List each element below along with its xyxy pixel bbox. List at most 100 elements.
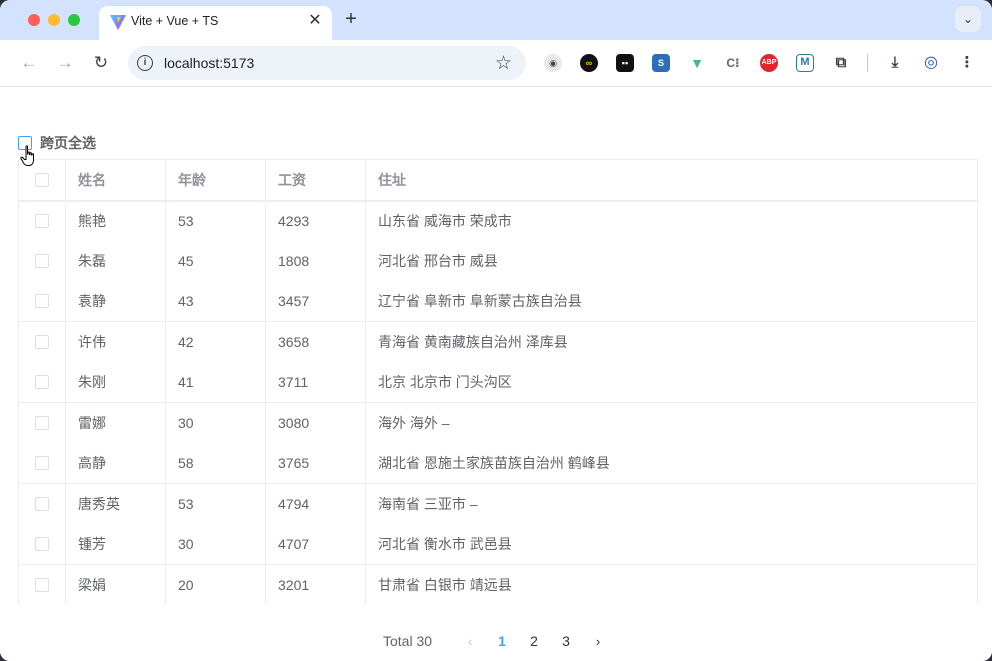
browser-tab[interactable]: Vite + Vue + TS ✕ [99, 6, 332, 40]
cell-salary: 3080 [266, 403, 366, 444]
table-row[interactable]: 高静 58 3765 湖北省 恩施土家族苗族自治州 鹤峰县 [19, 443, 977, 484]
address-bar[interactable]: i localhost:5173 ☆ [128, 46, 526, 80]
extension-s-icon[interactable]: S [652, 54, 670, 72]
extension-adblock-icon[interactable]: ABP [760, 54, 778, 72]
cell-name: 梁娟 [66, 565, 166, 604]
table-row[interactable]: 锺芳 30 4707 河北省 衡水市 武邑县 [19, 524, 977, 565]
url-text: localhost:5173 [164, 55, 255, 71]
forward-arrow-icon[interactable]: → [53, 51, 77, 75]
cell-age: 58 [166, 443, 266, 483]
row-checkbox[interactable] [35, 456, 49, 471]
back-arrow-icon[interactable]: ← [17, 51, 41, 75]
download-icon[interactable]: ⤓ [886, 54, 904, 72]
cell-salary: 4293 [266, 200, 366, 241]
cell-salary: 4794 [266, 484, 366, 525]
table-row[interactable]: 熊艳 53 4293 山东省 威海市 荣成市 [19, 200, 977, 241]
cell-salary: 3711 [266, 362, 366, 402]
select-all-label: 跨页全选 [40, 135, 96, 151]
cell-address: 河北省 衡水市 武邑县 [378, 536, 512, 553]
page-button-3[interactable]: 3 [550, 633, 582, 649]
cell-salary: 4707 [266, 524, 366, 564]
pagination-total: Total 30 [383, 633, 433, 649]
cell-name: 雷娜 [66, 403, 166, 444]
toolbar-divider [867, 54, 868, 72]
bookmark-star-icon[interactable]: ☆ [495, 52, 512, 75]
cell-age: 43 [166, 281, 266, 321]
cell-address: 海外 海外 – [378, 415, 450, 432]
browser-window: Vite + Vue + TS ✕ + ⌄ ← → ↻ i localhost:… [0, 0, 992, 661]
header-checkbox[interactable] [35, 172, 49, 187]
row-checkbox-cell [19, 322, 66, 363]
cell-age: 20 [166, 565, 266, 604]
next-page-chevron-icon[interactable]: › [582, 634, 614, 649]
row-checkbox[interactable] [35, 213, 49, 228]
cell-age: 41 [166, 362, 266, 402]
more-menu-icon[interactable]: ⋮ [958, 54, 976, 72]
cell-address: 海南省 三亚市 – [378, 496, 478, 513]
page-button-1[interactable]: 1 [486, 633, 518, 649]
cell-age: 42 [166, 322, 266, 363]
extension-c-icon[interactable]: C⁝ [724, 54, 742, 72]
extension-panda-icon[interactable]: ◉ [544, 54, 562, 72]
reload-icon[interactable]: ↻ [89, 51, 113, 75]
extension-vue-devtools-icon[interactable]: ▼ [688, 54, 706, 72]
cell-name: 唐秀英 [66, 484, 166, 525]
row-checkbox[interactable] [35, 537, 49, 552]
maximize-window-button[interactable] [68, 14, 80, 26]
row-checkbox[interactable] [35, 578, 49, 593]
tab-title: Vite + Vue + TS [131, 14, 219, 28]
cell-address: 甘肃省 白银市 靖远县 [378, 577, 512, 594]
cell-age: 30 [166, 524, 266, 564]
table-row[interactable]: 梁娟 20 3201 甘肃省 白银市 靖远县 [19, 565, 977, 604]
table-row[interactable]: 袁静 43 3457 辽宁省 阜新市 阜新蒙古族自治县 [19, 281, 977, 322]
extension-m-icon[interactable]: M [796, 54, 814, 72]
extension-tampermonkey-icon[interactable]: ▪▪ [616, 54, 634, 72]
cell-name: 许伟 [66, 322, 166, 363]
extensions-puzzle-icon[interactable]: ⧉ [832, 54, 850, 72]
table-row[interactable]: 雷娜 30 3080 海外 海外 – [19, 403, 977, 444]
tab-bar: Vite + Vue + TS ✕ + ⌄ [0, 0, 992, 40]
row-checkbox[interactable] [35, 294, 49, 309]
table-row[interactable]: 唐秀英 53 4794 海南省 三亚市 – [19, 484, 977, 525]
row-checkbox-cell [19, 281, 66, 321]
row-checkbox[interactable] [35, 416, 49, 431]
hand-pointer-cursor-icon [20, 145, 34, 166]
row-checkbox-cell [19, 484, 66, 525]
row-checkbox-cell [19, 524, 66, 564]
new-tab-icon[interactable]: + [340, 8, 362, 30]
cell-salary: 3457 [266, 281, 366, 321]
cell-salary: 3201 [266, 565, 366, 604]
row-checkbox[interactable] [35, 254, 49, 269]
prev-page-chevron-icon[interactable]: ‹ [454, 634, 486, 649]
profile-avatar-icon[interactable]: ◎ [922, 54, 940, 72]
page-button-2[interactable]: 2 [518, 633, 550, 649]
cell-salary: 1808 [266, 241, 366, 282]
cell-name: 熊艳 [66, 200, 166, 241]
cell-address: 北京 北京市 门头沟区 [378, 374, 512, 391]
pagination: Total 30 ‹ 1 2 3 › [383, 631, 614, 651]
row-checkbox[interactable] [35, 497, 49, 512]
site-info-icon[interactable]: i [137, 55, 153, 71]
row-checkbox[interactable] [35, 335, 49, 350]
cell-address: 山东省 威海市 荣成市 [378, 212, 512, 229]
cell-salary: 3658 [266, 322, 366, 363]
cell-name: 朱刚 [66, 362, 166, 402]
tab-search-chevron-icon[interactable]: ⌄ [955, 6, 981, 32]
close-window-button[interactable] [28, 14, 40, 26]
cell-age: 53 [166, 484, 266, 525]
table-row[interactable]: 许伟 42 3658 青海省 黄南藏族自治州 泽库县 [19, 322, 977, 363]
column-header-address: 住址 [378, 171, 406, 188]
cell-address: 湖北省 恩施土家族苗族自治州 鹤峰县 [378, 455, 610, 472]
row-checkbox[interactable] [35, 375, 49, 390]
row-checkbox-cell [19, 443, 66, 483]
minimize-window-button[interactable] [48, 14, 60, 26]
table-row[interactable]: 朱磊 45 1808 河北省 邢台市 威县 [19, 241, 977, 282]
extension-infinity-icon[interactable]: ∞ [580, 54, 598, 72]
table-row[interactable]: 朱刚 41 3711 北京 北京市 门头沟区 [19, 362, 977, 403]
data-table: 姓名 年龄 工资 住址 熊艳 53 4293 山东省 威海市 荣成市 朱磊 45… [18, 159, 978, 604]
close-tab-icon[interactable]: ✕ [306, 12, 324, 30]
cell-address: 河北省 邢台市 威县 [378, 253, 498, 270]
cell-age: 53 [166, 200, 266, 241]
page-content: 跨页全选 姓名 年龄 工资 住址 熊艳 53 4293 山东省 威海市 荣成市 … [0, 88, 992, 661]
cell-name: 锺芳 [66, 524, 166, 564]
